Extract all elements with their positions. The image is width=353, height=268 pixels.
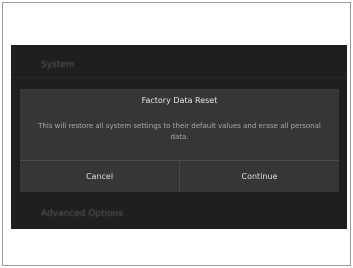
factory-reset-dialog: Factory Data Reset This will restore all…: [20, 89, 339, 192]
background-menu-item-bottom-label: Advanced Options: [41, 209, 124, 219]
cancel-button[interactable]: Cancel: [20, 161, 179, 192]
background-menu-item-top: System: [11, 55, 347, 78]
background-menu-item-bottom[interactable]: Advanced Options: [11, 204, 347, 226]
infotainment-screen: System Factory Data Reset This will rest…: [11, 45, 347, 229]
figure-frame: System Factory Data Reset This will rest…: [2, 2, 351, 266]
dialog-title: Factory Data Reset: [141, 96, 218, 105]
background-menu-item-top-label: System: [41, 60, 75, 70]
continue-button[interactable]: Continue: [180, 161, 339, 192]
dialog-message: This will restore all system settings to…: [38, 122, 321, 141]
